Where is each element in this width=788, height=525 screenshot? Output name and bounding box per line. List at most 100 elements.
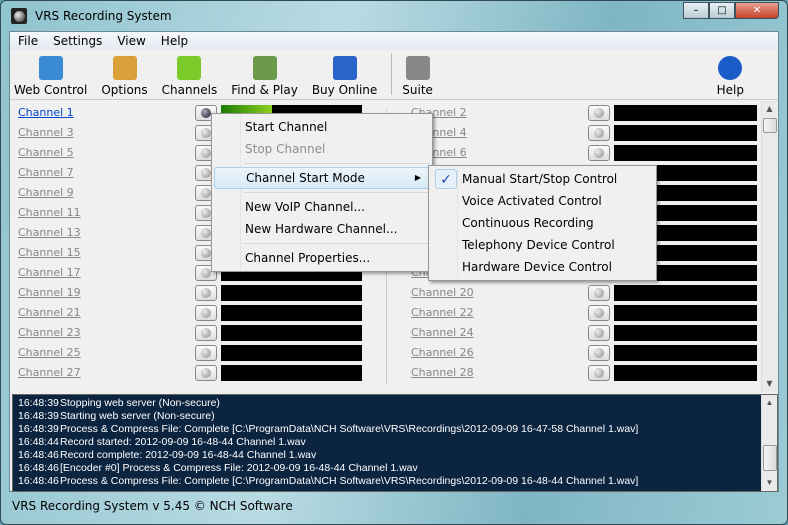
record-led-icon xyxy=(201,128,211,138)
toolbar-button-options[interactable]: Options xyxy=(101,56,148,99)
submenu-item-telephony[interactable]: Telephony Device Control xyxy=(431,234,654,256)
level-meter xyxy=(614,125,757,141)
channel-link[interactable]: Channel 28 xyxy=(411,366,474,379)
log-message: Starting web server (Non-secure) xyxy=(60,410,215,422)
checkmark-icon: ✓ xyxy=(435,169,457,189)
scroll-down-icon[interactable]: ▼ xyxy=(762,376,777,392)
channel-link[interactable]: Channel 9 xyxy=(18,186,74,199)
channel-link[interactable]: Channel 17 xyxy=(18,266,81,279)
channels-icon xyxy=(177,56,202,80)
record-led-icon xyxy=(201,148,211,158)
channel-link[interactable]: Channel 15 xyxy=(18,246,81,259)
log-scrollbar[interactable]: ▲ ▼ xyxy=(761,395,777,491)
channel-toggle-button[interactable] xyxy=(195,285,217,301)
channel-toggle-button[interactable] xyxy=(588,285,610,301)
scroll-thumb[interactable] xyxy=(763,118,777,133)
toolbar-label: Find & Play xyxy=(231,83,298,97)
channel-link[interactable]: Channel 1 xyxy=(18,106,74,119)
channel-link[interactable]: Channel 24 xyxy=(411,326,474,339)
minimize-button[interactable]: – xyxy=(683,2,709,19)
menu-item-channel-properties[interactable]: Channel Properties... xyxy=(214,247,430,269)
channel-link[interactable]: Channel 21 xyxy=(18,306,81,319)
submenu-item-continuous[interactable]: Continuous Recording xyxy=(431,212,654,234)
channel-link[interactable]: Channel 20 xyxy=(411,286,474,299)
app-icon xyxy=(11,8,27,24)
menu-help[interactable]: Help xyxy=(161,34,188,48)
channel-toggle-button[interactable] xyxy=(588,305,610,321)
menu-view[interactable]: View xyxy=(117,34,145,48)
level-meter xyxy=(221,365,362,381)
level-meter xyxy=(221,285,362,301)
channel-toggle-button[interactable] xyxy=(588,345,610,361)
channel-link[interactable]: Channel 11 xyxy=(18,206,81,219)
menu-item-channel-start-mode[interactable]: Channel Start Mode ▶ xyxy=(214,167,430,189)
toolbar-label: Help xyxy=(716,83,744,97)
record-led-icon xyxy=(594,128,604,138)
menu-item-new-hardware-channel[interactable]: New Hardware Channel... xyxy=(214,218,430,240)
channel-toggle-button[interactable] xyxy=(588,325,610,341)
menu-separator xyxy=(244,163,430,164)
buy-online-icon xyxy=(332,56,357,80)
channel-link[interactable]: Channel 23 xyxy=(18,326,81,339)
menu-item-stop-channel: Stop Channel xyxy=(245,142,326,156)
toolbar-button-buy-online[interactable]: Buy Online xyxy=(312,56,377,99)
log-time: 16:48:46 xyxy=(18,462,59,474)
channel-toggle-button[interactable] xyxy=(195,345,217,361)
channel-link[interactable]: Channel 19 xyxy=(18,286,81,299)
toolbar-button-help[interactable]: Help xyxy=(717,56,744,99)
menu-item-new-voip-channel[interactable]: New VoIP Channel... xyxy=(214,196,430,218)
scroll-up-icon[interactable]: ▲ xyxy=(762,395,777,411)
level-meter xyxy=(221,325,362,341)
channel-link[interactable]: Channel 25 xyxy=(18,346,81,359)
channel-link[interactable]: Channel 5 xyxy=(18,146,74,159)
toolbar-button-channels[interactable]: Channels xyxy=(161,56,218,99)
window-title: VRS Recording System xyxy=(35,9,172,23)
submenu-arrow-icon: ▶ xyxy=(414,173,421,182)
channel-toggle-button[interactable] xyxy=(588,365,610,381)
channel-toggle-button[interactable] xyxy=(588,145,610,161)
record-led-icon xyxy=(594,288,604,298)
channel-link[interactable]: Channel 3 xyxy=(18,126,74,139)
channel-toggle-button[interactable] xyxy=(588,105,610,121)
channel-scrollbar[interactable]: ▲ ▼ xyxy=(761,101,777,392)
channel-link[interactable]: Channel 27 xyxy=(18,366,81,379)
scroll-up-icon[interactable]: ▲ xyxy=(762,101,777,117)
toolbar-button-find-play[interactable]: Find & Play xyxy=(231,56,298,99)
menu-bar: File Settings View Help xyxy=(10,32,778,50)
toolbar-button-suite[interactable]: Suite xyxy=(402,56,433,99)
record-led-icon xyxy=(201,308,211,318)
toolbar-button-web-control[interactable]: Web Control xyxy=(14,56,87,99)
record-led-icon xyxy=(594,308,604,318)
log-message: Stopping web server (Non-secure) xyxy=(60,397,220,409)
channel-link[interactable]: Channel 22 xyxy=(411,306,474,319)
scroll-down-icon[interactable]: ▼ xyxy=(762,475,777,491)
submenu-item-hardware[interactable]: Hardware Device Control xyxy=(431,256,654,278)
close-button[interactable]: ✕ xyxy=(735,2,779,19)
log-time: 16:48:39 xyxy=(18,423,59,435)
channel-toggle-button[interactable] xyxy=(588,125,610,141)
suite-icon xyxy=(405,56,430,80)
channel-toggle-button[interactable] xyxy=(195,325,217,341)
toolbar-label: Buy Online xyxy=(311,83,378,97)
event-log: 16:48:39 Stopping web server (Non-secure)… xyxy=(12,394,778,492)
log-message: Process & Compress File: Complete [C:\Pr… xyxy=(60,475,639,487)
log-message: Record started: 2012-09-09 16-48-44 Chan… xyxy=(60,436,306,448)
channel-link[interactable]: Channel 7 xyxy=(18,166,74,179)
scroll-thumb[interactable] xyxy=(763,445,777,471)
toolbar: Web Control Options Channels Find & Play Buy… xyxy=(10,50,778,100)
channel-link[interactable]: Channel 26 xyxy=(411,346,474,359)
log-time: 16:48:44 xyxy=(18,436,59,448)
record-led-icon xyxy=(201,228,211,238)
submenu-item-manual[interactable]: ✓ Manual Start/Stop Control xyxy=(431,168,654,190)
record-led-icon xyxy=(201,348,211,358)
channel-link[interactable]: Channel 13 xyxy=(18,226,81,239)
menu-file[interactable]: File xyxy=(18,34,38,48)
channel-toggle-button[interactable] xyxy=(195,305,217,321)
channel-toggle-button[interactable] xyxy=(195,365,217,381)
menu-item-start-channel[interactable]: Start Channel xyxy=(214,116,430,138)
log-message: Process & Compress File: Complete [C:\Pr… xyxy=(60,423,639,435)
toolbar-label: Channels xyxy=(161,83,218,97)
menu-settings[interactable]: Settings xyxy=(53,34,102,48)
maximize-button[interactable]: □ xyxy=(709,2,735,19)
submenu-item-voice-activated[interactable]: Voice Activated Control xyxy=(431,190,654,212)
